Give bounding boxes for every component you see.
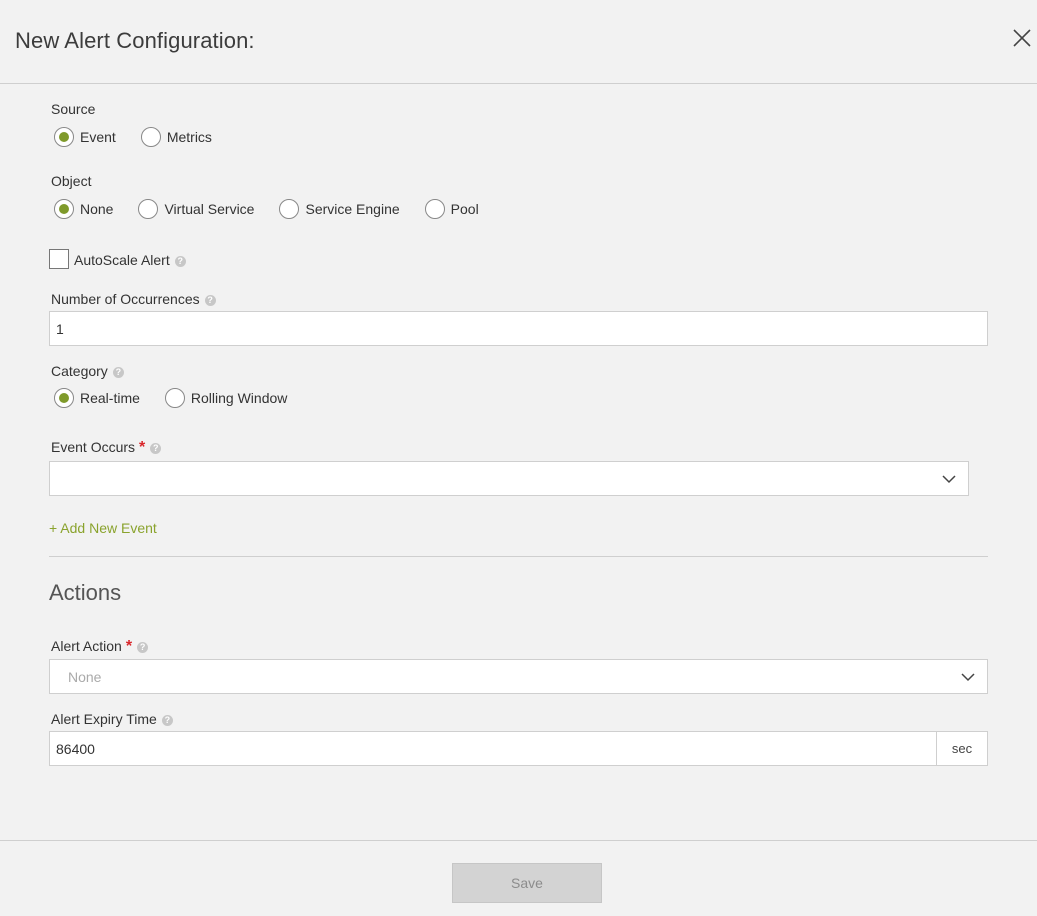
occurrences-value: 1 — [56, 320, 64, 337]
source-label: Source — [51, 101, 96, 117]
alert-expiry-input[interactable]: 86400 — [49, 731, 937, 766]
radio-label: Pool — [450, 201, 479, 217]
radio-label: None — [80, 201, 114, 217]
occurrences-label-text: Number of Occurrences — [51, 291, 200, 307]
object-label: Object — [51, 173, 92, 189]
event-occurs-label: Event Occurs *? — [51, 439, 162, 457]
actions-section-title: Actions — [49, 580, 122, 605]
chevron-down-icon — [961, 673, 975, 682]
radio-label: Service Engine — [305, 201, 400, 217]
radio-circle — [140, 127, 161, 147]
help-icon[interactable]: ? — [137, 641, 149, 653]
add-new-event-link[interactable]: + Add New Event — [49, 520, 157, 536]
object-radio-virtual-service[interactable]: Virtual Service — [138, 199, 254, 219]
help-icon[interactable]: ? — [174, 255, 186, 267]
alert-expiry-label: Alert Expiry Time? — [51, 711, 173, 727]
category-label: Category? — [51, 363, 124, 379]
source-radio-event[interactable]: Event — [54, 127, 116, 147]
modal-header: New Alert Configuration: — [0, 0, 1037, 84]
radio-circle — [138, 199, 159, 219]
alert-action-placeholder: None — [68, 668, 102, 685]
save-button[interactable]: Save — [452, 863, 602, 903]
modal-title: New Alert Configuration: — [15, 28, 255, 53]
help-icon[interactable]: ? — [161, 714, 173, 726]
category-radio-group: Real-time Rolling Window — [54, 388, 312, 408]
event-occurs-label-text: Event Occurs — [51, 439, 136, 455]
footer-divider — [0, 840, 1037, 841]
radio-circle — [54, 199, 74, 219]
occurrences-label: Number of Occurrences? — [51, 291, 216, 307]
radio-label: Real-time — [80, 390, 140, 406]
category-radio-real-time[interactable]: Real-time — [54, 388, 140, 408]
autoscale-checkbox[interactable] — [49, 249, 69, 269]
autoscale-label-text: AutoScale Alert — [74, 252, 170, 268]
help-icon[interactable]: ? — [204, 294, 216, 306]
close-icon[interactable] — [1009, 25, 1035, 51]
object-radio-group: None Virtual Service Service Engine Pool — [54, 199, 504, 219]
object-radio-none[interactable]: None — [54, 199, 113, 219]
event-occurs-select[interactable] — [49, 461, 969, 496]
radio-label: Metrics — [166, 129, 212, 145]
alert-expiry-value: 86400 — [56, 740, 95, 757]
section-divider — [49, 556, 988, 557]
source-radio-group: Event Metrics — [54, 127, 237, 147]
object-radio-service-engine[interactable]: Service Engine — [279, 199, 400, 219]
category-radio-rolling-window[interactable]: Rolling Window — [164, 388, 288, 408]
alert-action-label: Alert Action *? — [51, 638, 149, 656]
alert-action-label-text: Alert Action — [51, 638, 122, 654]
alert-action-select[interactable]: None — [49, 659, 988, 694]
radio-circle — [54, 127, 74, 147]
alert-expiry-label-text: Alert Expiry Time — [51, 711, 157, 727]
radio-circle — [164, 388, 185, 408]
alert-expiry-unit: sec — [936, 731, 988, 766]
category-label-text: Category — [51, 363, 108, 379]
radio-label: Virtual Service — [164, 201, 255, 217]
radio-label: Rolling Window — [190, 390, 288, 406]
occurrences-input[interactable]: 1 — [49, 311, 988, 346]
required-mark: * — [139, 439, 146, 456]
help-icon[interactable]: ? — [112, 366, 124, 378]
chevron-down-icon — [942, 475, 956, 484]
radio-circle — [424, 199, 445, 219]
source-radio-metrics[interactable]: Metrics — [140, 127, 212, 147]
autoscale-label: AutoScale Alert? — [74, 252, 186, 268]
radio-label: Event — [80, 129, 116, 145]
object-radio-pool[interactable]: Pool — [424, 199, 479, 219]
required-mark: * — [125, 638, 133, 655]
radio-circle — [54, 388, 74, 408]
radio-circle — [279, 199, 300, 219]
help-icon[interactable]: ? — [150, 442, 162, 454]
